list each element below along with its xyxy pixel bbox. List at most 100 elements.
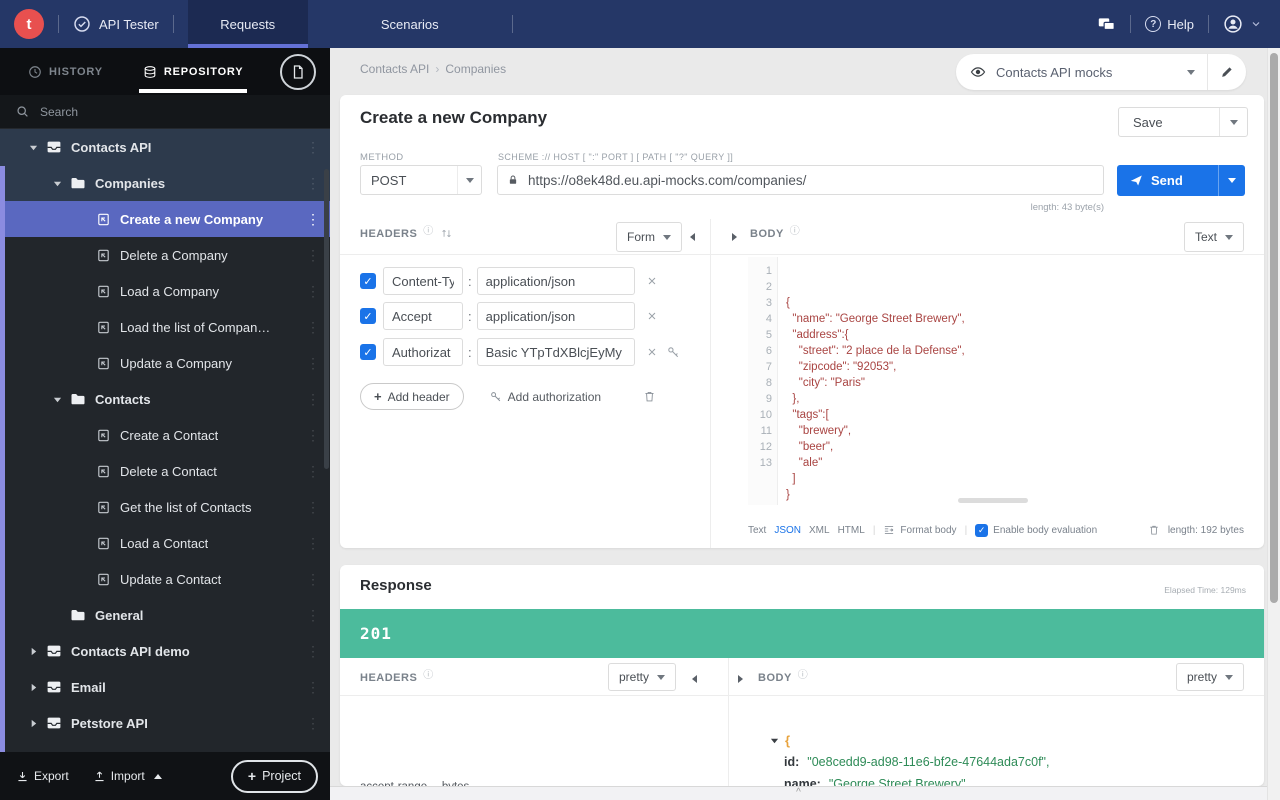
import-button[interactable]: Import xyxy=(93,769,162,783)
sidebar-item-contacts-api[interactable]: Contacts API ⋮ xyxy=(0,129,330,165)
item-menu-icon[interactable]: ⋮ xyxy=(306,427,320,444)
header-value-input[interactable] xyxy=(477,267,635,295)
sidebar-item-delete-a-contact[interactable]: Delete a Contact ⋮ xyxy=(0,453,330,489)
body-type-text[interactable]: Text xyxy=(748,525,766,536)
sidebar-item-partial[interactable] xyxy=(0,741,330,752)
export-button[interactable]: Export xyxy=(16,769,69,783)
item-menu-icon[interactable]: ⋮ xyxy=(306,319,320,336)
tab-repository[interactable]: REPOSITORY xyxy=(143,48,244,95)
sidebar-item-create-a-new-company[interactable]: Create a new Company ⋮ xyxy=(0,201,330,237)
body-type-json[interactable]: JSON xyxy=(774,525,801,536)
search-input[interactable] xyxy=(38,104,330,120)
sidebar-item-contacts[interactable]: Contacts ⋮ xyxy=(0,381,330,417)
response-body-root[interactable]: { xyxy=(770,733,790,748)
item-menu-icon[interactable]: ⋮ xyxy=(306,643,320,660)
edit-environment-button[interactable] xyxy=(1208,54,1246,90)
feedback-chat-icon[interactable] xyxy=(1097,15,1116,34)
new-document-button[interactable] xyxy=(280,54,316,90)
add-header-button[interactable]: + Add header xyxy=(360,383,464,410)
sort-headers-icon[interactable] xyxy=(440,227,453,240)
evaluation-checkbox[interactable] xyxy=(975,524,988,537)
header-enabled-checkbox[interactable] xyxy=(360,308,376,324)
method-select[interactable]: POST xyxy=(360,165,482,195)
item-menu-icon[interactable]: ⋮ xyxy=(306,139,320,156)
sidebar-item-load-the-list-of-companies[interactable]: Load the list of Compan… ⋮ xyxy=(0,309,330,345)
item-menu-icon[interactable]: ⋮ xyxy=(306,283,320,300)
body-evaluation-toggle[interactable]: Enable body evaluation xyxy=(975,524,1097,537)
url-input[interactable] xyxy=(526,172,1103,189)
header-name-input[interactable] xyxy=(383,338,463,366)
scroll-up-bar[interactable]: ^ xyxy=(330,786,1267,800)
editor-hscrollbar-thumb[interactable] xyxy=(958,498,1028,503)
collapse-response-body-icon[interactable] xyxy=(738,675,743,683)
body-type-xml[interactable]: XML xyxy=(809,525,830,536)
new-project-button[interactable]: + Project xyxy=(231,760,318,793)
header-enabled-checkbox[interactable] xyxy=(360,273,376,289)
send-menu-button[interactable] xyxy=(1219,178,1245,183)
breadcrumb-project[interactable]: Contacts API xyxy=(360,62,429,76)
sidebar-item-email[interactable]: Email ⋮ xyxy=(0,669,330,705)
remove-header-icon[interactable] xyxy=(646,275,658,287)
response-body-mode-select[interactable]: pretty xyxy=(1176,663,1244,691)
format-body-button[interactable]: Format body xyxy=(883,524,956,536)
sidebar-item-delete-a-company[interactable]: Delete a Company ⋮ xyxy=(0,237,330,273)
clear-body-icon[interactable] xyxy=(1148,524,1160,536)
item-menu-icon[interactable]: ⋮ xyxy=(306,175,320,192)
collapse-response-headers-icon[interactable] xyxy=(692,675,697,683)
add-authorization-button[interactable]: Add authorization xyxy=(490,390,601,404)
authorization-key-icon[interactable] xyxy=(667,346,680,359)
sidebar-item-contacts-api-demo[interactable]: Contacts API demo ⋮ xyxy=(0,633,330,669)
sidebar-item-petstore-api[interactable]: Petstore API ⋮ xyxy=(0,705,330,741)
main-scrollbar-thumb[interactable] xyxy=(1270,53,1278,603)
item-menu-icon[interactable]: ⋮ xyxy=(306,679,320,696)
item-menu-icon[interactable]: ⋮ xyxy=(306,247,320,264)
header-enabled-checkbox[interactable] xyxy=(360,344,376,360)
header-value-input[interactable] xyxy=(477,302,635,330)
sidebar-item-companies[interactable]: Companies ⋮ xyxy=(0,165,330,201)
item-menu-icon[interactable]: ⋮ xyxy=(306,499,320,516)
collapse-body-icon[interactable] xyxy=(732,233,737,241)
response-headers-mode-select[interactable]: pretty xyxy=(608,663,676,691)
collapse-headers-icon[interactable] xyxy=(690,233,695,241)
environment-selector[interactable]: Contacts API mocks xyxy=(956,54,1246,90)
header-name-input[interactable] xyxy=(383,267,463,295)
send-button[interactable]: Send xyxy=(1117,165,1245,196)
sidebar-item-update-a-company[interactable]: Update a Company ⋮ xyxy=(0,345,330,381)
body-type-html[interactable]: HTML xyxy=(838,525,865,536)
item-menu-icon[interactable]: ⋮ xyxy=(306,571,320,588)
remove-header-icon[interactable] xyxy=(646,310,658,322)
tab-scenarios[interactable]: Scenarios xyxy=(350,0,470,48)
item-menu-icon[interactable]: ⋮ xyxy=(306,715,320,732)
user-menu[interactable] xyxy=(1223,14,1262,34)
item-menu-icon[interactable]: ⋮ xyxy=(306,391,320,408)
body-editor[interactable]: 12345678910111213 { "name": "George Stre… xyxy=(748,257,1245,505)
sidebar-item-update-a-contact[interactable]: Update a Contact ⋮ xyxy=(0,561,330,597)
body-mode-select[interactable]: Text xyxy=(1184,222,1244,252)
sidebar-item-load-a-contact[interactable]: Load a Contact ⋮ xyxy=(0,525,330,561)
header-value-input[interactable] xyxy=(477,338,635,366)
header-name-input[interactable] xyxy=(383,302,463,330)
body-code[interactable]: { "name": "George Street Brewery", "addr… xyxy=(786,263,965,535)
eye-icon[interactable] xyxy=(970,64,986,80)
breadcrumb-folder[interactable]: Companies xyxy=(445,62,506,76)
sidebar-item-general[interactable]: General ⋮ xyxy=(0,597,330,633)
sidebar-item-load-a-company[interactable]: Load a Company ⋮ xyxy=(0,273,330,309)
app-logo[interactable]: t xyxy=(14,9,44,39)
sidebar-scrollbar-thumb[interactable] xyxy=(324,169,329,469)
tab-requests[interactable]: Requests xyxy=(188,0,308,48)
item-menu-icon[interactable]: ⋮ xyxy=(306,355,320,372)
headers-mode-select[interactable]: Form xyxy=(616,222,682,252)
delete-headers-icon[interactable] xyxy=(643,390,656,403)
tab-history[interactable]: HISTORY xyxy=(28,48,103,95)
save-menu-button[interactable] xyxy=(1219,108,1247,136)
help-menu[interactable]: ? Help xyxy=(1145,16,1194,32)
sidebar-item-get-the-list-of-contacts[interactable]: Get the list of Contacts ⋮ xyxy=(0,489,330,525)
chevron-down-icon xyxy=(1250,18,1262,30)
sidebar-item-create-a-contact[interactable]: Create a Contact ⋮ xyxy=(0,417,330,453)
save-button[interactable]: Save xyxy=(1118,107,1248,137)
item-menu-icon[interactable]: ⋮ xyxy=(306,535,320,552)
remove-header-icon[interactable] xyxy=(646,346,658,358)
item-menu-icon[interactable]: ⋮ xyxy=(306,463,320,480)
item-menu-icon[interactable]: ⋮ xyxy=(306,211,320,228)
item-menu-icon[interactable]: ⋮ xyxy=(306,607,320,624)
